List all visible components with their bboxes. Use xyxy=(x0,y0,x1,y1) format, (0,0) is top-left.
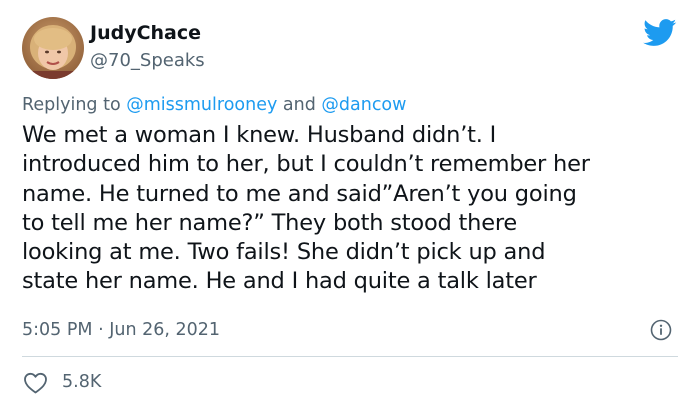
tweet-timestamp[interactable]: 5:05 PM · Jun 26, 2021 xyxy=(22,320,220,340)
info-icon[interactable] xyxy=(650,319,672,341)
like-count[interactable]: 5.8K xyxy=(62,372,101,392)
reply-context: Replying to @missmulrooney and @dancow xyxy=(22,95,406,115)
mention-link[interactable]: @missmulrooney xyxy=(126,95,277,115)
avatar[interactable] xyxy=(22,17,84,79)
twitter-bird-icon[interactable] xyxy=(643,19,677,47)
tweet-text-line: state her name. He and I had quite a tal… xyxy=(22,268,537,295)
display-name[interactable]: JudyChace xyxy=(90,22,201,44)
tweet-text-line: name. He turned to me and said”Aren’t yo… xyxy=(22,180,577,207)
heart-icon[interactable] xyxy=(23,372,48,394)
reply-connector: and xyxy=(277,95,322,115)
tweet-text-line: looking at me. Two fails! She didn’t pic… xyxy=(22,239,546,266)
tweet-card: JudyChace @70_Speaks Replying to @missmu… xyxy=(0,0,700,411)
tweet-text-line: We met a woman I knew. Husband didn’t. I xyxy=(22,122,497,148)
tweet-text-line: introduced him to her, but I couldn’t re… xyxy=(22,151,590,178)
mention-link[interactable]: @dancow xyxy=(321,95,406,115)
reply-prefix: Replying to xyxy=(22,95,127,115)
divider xyxy=(22,356,678,357)
user-handle[interactable]: @70_Speaks xyxy=(90,50,205,71)
tweet-text-line: to tell me her name?” They both stood th… xyxy=(22,209,518,236)
tweet-text: We met a woman I knew. Husband didn’t. I… xyxy=(22,121,687,297)
